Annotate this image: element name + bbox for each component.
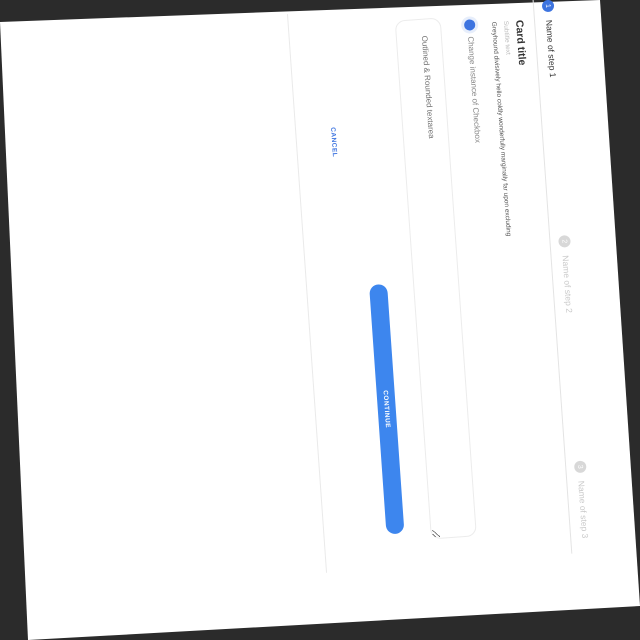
- checkbox-label: Change instance of Checkbox: [465, 36, 483, 144]
- step-2-label: Name of step 2: [560, 254, 575, 314]
- step-1[interactable]: 1 Name of step 1: [541, 0, 559, 78]
- card-title: Card title: [512, 19, 529, 66]
- checkbox-row[interactable]: Change instance of Checkbox: [463, 19, 484, 144]
- step-3-number: 3: [573, 460, 587, 474]
- checkbox-control[interactable]: [463, 19, 476, 31]
- card-subtitle: Subtitle text: [501, 20, 512, 56]
- step-2-number: 2: [558, 234, 571, 248]
- stepper-card: 1 Name of step 1 2 Name of step 2 3 Name…: [0, 0, 590, 573]
- cancel-button[interactable]: CANCEL: [329, 127, 338, 158]
- outlined-rounded-textarea[interactable]: [394, 17, 477, 540]
- step-2[interactable]: 2 Name of step 2: [558, 234, 575, 314]
- step-1-label: Name of step 1: [544, 19, 559, 78]
- step-1-number: 1: [541, 0, 555, 13]
